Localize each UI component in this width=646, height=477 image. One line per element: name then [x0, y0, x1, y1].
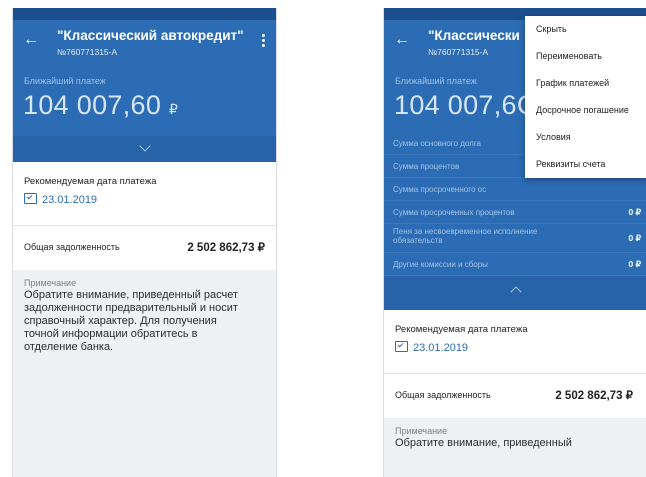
breakdown-row: Сумма просроченного ос: [384, 178, 646, 201]
recommended-date-label: Рекомендуемая дата платежа: [24, 176, 157, 187]
note-label: Примечание: [24, 278, 77, 288]
next-payment-value: 104 007,60: [23, 90, 162, 120]
arrow-left-icon[interactable]: ←: [23, 32, 39, 48]
contract-number: №760771315-А: [57, 47, 118, 57]
recommended-date-section: Рекомендуемая дата платежа 23.01.2019: [13, 162, 276, 225]
app-bar: ← "Классический автокредит" №760771315-А: [13, 20, 276, 68]
total-debt-value: 2 502 862,73 ₽: [187, 242, 265, 254]
menu-item-terms[interactable]: Условия: [525, 124, 646, 151]
total-debt-label: Общая задолженность: [395, 390, 491, 400]
calendar-check-icon: [24, 193, 37, 204]
next-payment-amount: 104 007,60 ₽: [23, 90, 178, 121]
next-payment-block: Ближайший платеж 104 007,60 ₽: [13, 68, 276, 136]
breakdown-label: Другие комиссии и сборы: [393, 260, 488, 269]
loan-title: "Классически: [428, 28, 520, 43]
calendar-check-icon: [395, 341, 408, 352]
loan-title: "Классический автокредит": [57, 28, 244, 43]
currency-sign: ₽: [168, 101, 179, 117]
menu-item-payment-schedule[interactable]: График платежей: [525, 70, 646, 97]
breakdown-label: Сумма основного долга: [393, 139, 482, 148]
next-payment-label: Ближайший платеж: [395, 76, 477, 86]
contract-number: №760771315-А: [428, 47, 489, 57]
note-section: Примечание Обратите внимание, приведенны…: [13, 270, 276, 477]
note-section: Примечание Обратите внимание, приведенны…: [384, 418, 646, 477]
breakdown-label: Пеня за несвоевременное исполнение обяза…: [393, 227, 538, 245]
arrow-left-icon[interactable]: ←: [394, 32, 410, 48]
breakdown-row: Пеня за несвоевременное исполнение обяза…: [384, 224, 646, 253]
recommended-date-value: 23.01.2019: [413, 342, 469, 354]
menu-item-account-details[interactable]: Реквизиты счета: [525, 151, 646, 178]
next-payment-label: Ближайший платеж: [24, 76, 106, 86]
status-bar: [13, 8, 276, 20]
total-debt-row: Общая задолженность 2 502 862,73 ₽: [384, 374, 646, 418]
next-payment-amount: 104 007,6С: [394, 90, 537, 120]
recommended-date: 23.01.2019: [395, 341, 468, 354]
breakdown-value: 0 ₽: [628, 233, 642, 243]
recommended-date: 23.01.2019: [24, 193, 97, 206]
recommended-date-value: 23.01.2019: [42, 194, 98, 206]
breakdown-label: Сумма просроченных процентов: [393, 208, 515, 217]
breakdown-value: 0 ₽: [628, 259, 642, 269]
menu-item-hide[interactable]: Скрыть: [525, 16, 646, 43]
overflow-menu: Скрыть Переименовать График платежей Дос…: [525, 16, 646, 178]
expand-toggle[interactable]: [13, 136, 276, 162]
note-text: Обратите внимание, приведенный расчет за…: [24, 289, 239, 353]
menu-item-rename[interactable]: Переименовать: [525, 43, 646, 70]
kebab-menu-icon[interactable]: [262, 34, 266, 49]
chevron-down-icon: [138, 140, 151, 152]
recommended-date-section: Рекомендуемая дата платежа 23.01.2019: [384, 310, 646, 373]
total-debt-label: Общая задолженность: [24, 242, 120, 252]
breakdown-value: 0 ₽: [628, 207, 642, 217]
collapse-toggle[interactable]: [384, 276, 646, 310]
breakdown-row: Другие комиссии и сборы 0 ₽: [384, 253, 646, 276]
note-text: Обратите внимание, приведенный: [395, 437, 572, 449]
breakdown-label: Сумма процентов: [393, 162, 460, 171]
total-debt-row: Общая задолженность 2 502 862,73 ₽: [13, 226, 276, 270]
phone-screen-left: ← "Классический автокредит" №760771315-А…: [12, 8, 277, 477]
breakdown-label: Сумма просроченного ос: [393, 185, 487, 194]
total-debt-value: 2 502 862,73 ₽: [555, 390, 633, 402]
note-label: Примечание: [395, 426, 448, 436]
breakdown-row: Сумма просроченных процентов 0 ₽: [384, 201, 646, 224]
recommended-date-label: Рекомендуемая дата платежа: [395, 324, 528, 335]
menu-item-early-repayment[interactable]: Досрочное погашение: [525, 97, 646, 124]
chevron-up-icon: [509, 286, 522, 298]
phone-screen-right: ← "Классически №760771315-А Ближайший пл…: [383, 8, 646, 477]
